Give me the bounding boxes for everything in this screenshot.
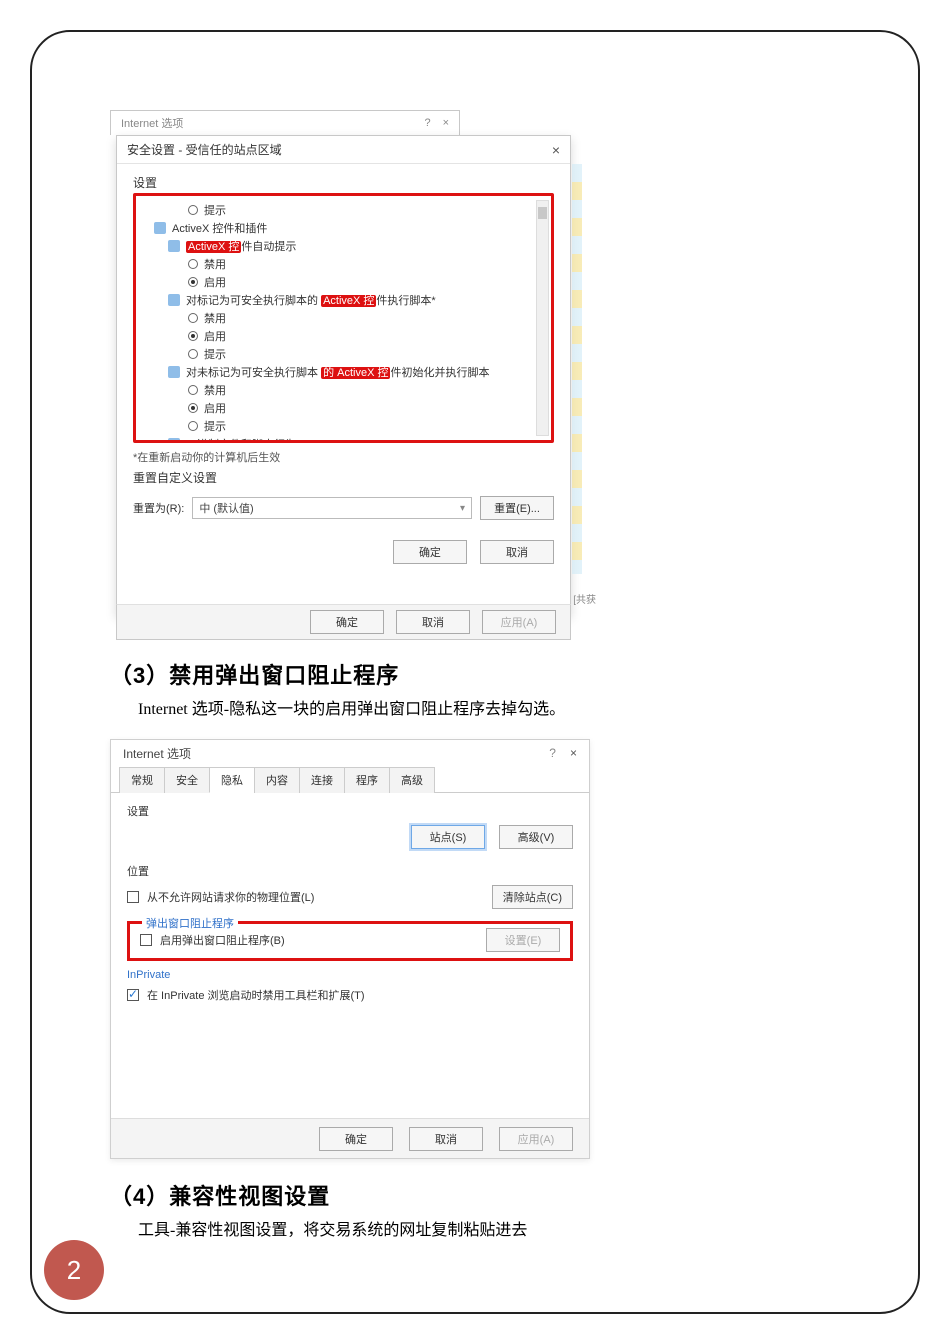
- popup-settings-button[interactable]: 设置(E): [486, 928, 560, 952]
- select-value: 中 (默认值): [199, 500, 253, 516]
- popup-blocker-checkbox[interactable]: [140, 934, 152, 946]
- internet-options-title: Internet 选项: [121, 115, 183, 131]
- radio-enable[interactable]: 启用: [154, 400, 543, 416]
- ok-button[interactable]: 确定: [393, 540, 467, 564]
- category-icon: [168, 294, 180, 306]
- tab-content[interactable]: 内容: [254, 767, 300, 793]
- ok-button[interactable]: 确定: [310, 610, 384, 634]
- internet-options-footer: 确定 取消 应用(A): [116, 604, 571, 640]
- page-number-badge: 2: [44, 1240, 104, 1300]
- popup-blocker-label: 启用弹出窗口阻止程序(B): [160, 932, 285, 948]
- tree-group-activex: ActiveX 控件和插件: [154, 220, 543, 236]
- background-window-sliver: [572, 164, 582, 574]
- inprivate-label: InPrivate: [127, 969, 573, 981]
- popup-blocker-legend: 弹出窗口阻止程序: [142, 915, 238, 931]
- radio-enable[interactable]: 启用: [154, 328, 543, 344]
- popup-blocker-group: 弹出窗口阻止程序 启用弹出窗口阻止程序(B) 设置(E): [127, 921, 573, 961]
- apply-button[interactable]: 应用(A): [482, 610, 556, 634]
- location-label: 位置: [127, 863, 573, 879]
- tab-programs[interactable]: 程序: [344, 767, 390, 793]
- dialog-footer: 确定 取消 应用(A): [111, 1118, 589, 1158]
- inprivate-checkbox-label: 在 InPrivate 浏览启动时禁用工具栏和扩展(T): [147, 987, 365, 1003]
- tree-item-marked-safe: 对标记为可安全执行脚本的 ActiveX 控件执行脚本*: [154, 292, 543, 308]
- internet-options-titlebar: Internet 选项 ? ×: [111, 740, 589, 766]
- reset-label: 重置为(R):: [133, 500, 184, 516]
- reset-heading: 重置自定义设置: [133, 469, 554, 486]
- radio-prompt[interactable]: 提示: [154, 418, 543, 434]
- category-icon: [168, 240, 180, 252]
- inprivate-checkbox[interactable]: [127, 989, 139, 1001]
- settings-tree: 提示 ActiveX 控件和插件 ActiveX 控件自动提示 禁用 启用 对标…: [133, 193, 554, 443]
- help-icon[interactable]: ?: [424, 117, 430, 129]
- tree-item-autoprompt: ActiveX 控件自动提示: [154, 238, 543, 254]
- reset-level-select[interactable]: 中 (默认值) ▾: [192, 497, 472, 519]
- location-checkbox-label: 从不允许网站请求你的物理位置(L): [147, 889, 314, 905]
- cancel-button[interactable]: 取消: [480, 540, 554, 564]
- section3-heading: （3）禁用弹出窗口阻止程序: [110, 658, 870, 690]
- category-icon: [168, 438, 180, 443]
- security-settings-screenshot: Internet 选项 ? × 安全设置 - 受信任的站点区域 × 设置 提示 …: [110, 110, 580, 640]
- radio-disable[interactable]: 禁用: [154, 256, 543, 272]
- restart-note: *在重新启动你的计算机后生效: [133, 449, 554, 465]
- apply-button[interactable]: 应用(A): [499, 1127, 573, 1151]
- background-text: [共获: [573, 591, 596, 606]
- close-icon[interactable]: ×: [552, 142, 560, 158]
- cancel-button[interactable]: 取消: [409, 1127, 483, 1151]
- scrollbar[interactable]: [536, 200, 549, 436]
- ok-button[interactable]: 确定: [319, 1127, 393, 1151]
- section4-paragraph: 工具-兼容性视图设置，将交易系统的网址复制粘贴进去: [138, 1217, 870, 1244]
- section3-paragraph: Internet 选项-隐私这一块的启用弹出窗口阻止程序去掉勾选。: [138, 696, 870, 723]
- radio-disable[interactable]: 禁用: [154, 310, 543, 326]
- tab-connections[interactable]: 连接: [299, 767, 345, 793]
- sites-button[interactable]: 站点(S): [411, 825, 485, 849]
- tree-item-unmarked: 对未标记为可安全执行脚本 的 ActiveX 控件初始化并执行脚本: [154, 364, 543, 380]
- reset-button[interactable]: 重置(E)...: [480, 496, 554, 520]
- dialog-title: Internet 选项: [123, 745, 191, 762]
- tab-privacy[interactable]: 隐私: [209, 767, 255, 793]
- close-icon[interactable]: ×: [570, 746, 577, 760]
- tree-item[interactable]: 提示: [154, 202, 543, 218]
- security-settings-titlebar: 安全设置 - 受信任的站点区域 ×: [117, 136, 570, 164]
- security-settings-title: 安全设置 - 受信任的站点区域: [127, 141, 282, 158]
- internet-options-titlebar: Internet 选项 ? ×: [110, 110, 460, 135]
- settings-group-label: 设置: [133, 174, 554, 191]
- advanced-button[interactable]: 高级(V): [499, 825, 573, 849]
- radio-prompt[interactable]: 提示: [154, 346, 543, 362]
- chevron-down-icon: ▾: [460, 503, 465, 514]
- radio-enable[interactable]: 启用: [154, 274, 543, 290]
- category-icon: [154, 222, 166, 234]
- tab-general[interactable]: 常规: [119, 767, 165, 793]
- radio-disable[interactable]: 禁用: [154, 382, 543, 398]
- settings-label: 设置: [127, 803, 573, 819]
- category-icon: [168, 366, 180, 378]
- clear-sites-button[interactable]: 清除站点(C): [492, 885, 573, 909]
- close-icon[interactable]: ×: [443, 117, 449, 129]
- section4-heading: （4）兼容性视图设置: [110, 1179, 870, 1211]
- help-icon[interactable]: ?: [549, 746, 556, 760]
- tab-security[interactable]: 安全: [164, 767, 210, 793]
- tab-advanced[interactable]: 高级: [389, 767, 435, 793]
- cancel-button[interactable]: 取消: [396, 610, 470, 634]
- internet-options-privacy-screenshot: Internet 选项 ? × 常规 安全 隐私 内容 连接 程序 高级 设置 …: [110, 739, 590, 1159]
- location-checkbox[interactable]: [127, 891, 139, 903]
- tree-item-binary: 二进制文件和脚本行为: [154, 436, 543, 443]
- security-settings-dialog: 安全设置 - 受信任的站点区域 × 设置 提示 ActiveX 控件和插件 Ac…: [116, 135, 571, 615]
- tabs: 常规 安全 隐私 内容 连接 程序 高级: [111, 766, 589, 793]
